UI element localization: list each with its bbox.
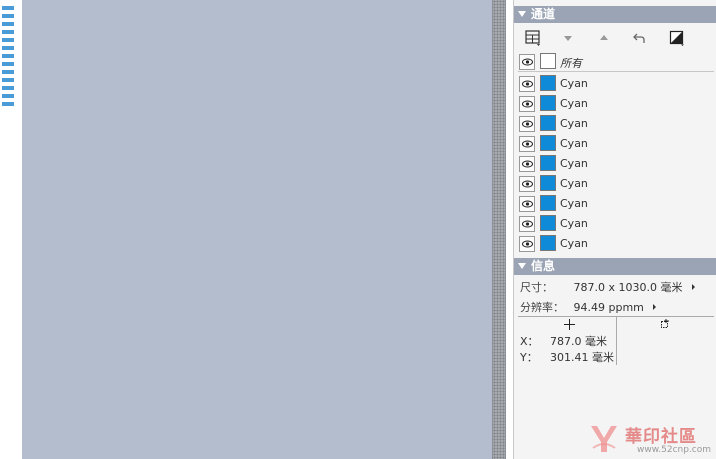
invert-icon[interactable] (667, 28, 687, 48)
channel-label: Cyan (560, 177, 588, 190)
watermark-title: 華印社區 (625, 427, 697, 447)
x-value: 787.0 毫米 (550, 335, 607, 348)
channel-all-row[interactable]: 所有 (518, 52, 714, 72)
visibility-eye-icon[interactable] (519, 216, 535, 232)
info-panel-header[interactable]: 信息 (514, 258, 716, 275)
channels-panel-header[interactable]: 通道 (514, 6, 716, 23)
unit-menu-arrow-icon[interactable] (691, 284, 695, 290)
channel-row[interactable]: Cyan (518, 154, 714, 174)
watermark: 華印社區 www.52cnp.com (585, 418, 716, 459)
channel-row[interactable]: Cyan (518, 214, 714, 234)
ruler-mark (2, 6, 14, 10)
resolution-value: 94.49 ppmm (573, 301, 644, 314)
size-label: 尺寸： (520, 281, 553, 294)
channels-panel-title: 通道 (531, 7, 556, 21)
visibility-eye-icon[interactable] (519, 136, 535, 152)
ruler-mark (2, 62, 14, 66)
unit-menu-arrow-icon[interactable] (653, 304, 657, 310)
ruler-mark (2, 38, 14, 42)
watermark-url: www.52cnp.com (637, 445, 712, 455)
ruler-mark (2, 102, 14, 106)
channel-color-swatch (540, 175, 556, 191)
channel-row[interactable]: Cyan (518, 234, 714, 254)
divider (518, 71, 714, 72)
ruler-mark (2, 94, 14, 98)
collapse-triangle-icon[interactable] (518, 11, 526, 17)
resolution-row: 分辨率： 94.49 ppmm (520, 299, 657, 315)
info-panel-title: 信息 (531, 259, 556, 273)
channels-toolbar (514, 24, 716, 52)
channel-label: Cyan (560, 97, 588, 110)
panel-splitter[interactable] (492, 0, 506, 459)
channel-row[interactable]: Cyan (518, 74, 714, 94)
channel-row[interactable]: Cyan (518, 194, 714, 214)
ruler-mark (2, 86, 14, 90)
visibility-eye-icon[interactable] (519, 176, 535, 192)
size-value: 787.0 x 1030.0 毫米 (573, 281, 683, 294)
channel-row[interactable]: Cyan (518, 94, 714, 114)
right-panel: 通道 所有 Cyan Cyan Cyan Cyan Cyan Cyan Cyan… (514, 0, 716, 459)
watermark-logo-icon (591, 426, 617, 452)
y-coordinate: Y： 301.41 毫米 (520, 349, 614, 365)
collapse-triangle-icon[interactable] (518, 263, 526, 269)
document-canvas[interactable] (22, 0, 492, 459)
visibility-eye-icon[interactable] (519, 96, 535, 112)
channel-all-label: 所有 (560, 57, 582, 70)
selection-size-icon (661, 319, 669, 328)
x-label: X： (520, 335, 539, 348)
channel-label: Cyan (560, 77, 588, 90)
y-label: Y： (520, 351, 538, 364)
ruler-mark (2, 22, 14, 26)
channel-row[interactable]: Cyan (518, 134, 714, 154)
left-ruler (0, 0, 22, 459)
visibility-eye-icon[interactable] (519, 156, 535, 172)
size-row: 尺寸： 787.0 x 1030.0 毫米 (520, 279, 695, 295)
visibility-eye-icon[interactable] (519, 196, 535, 212)
undo-icon[interactable] (630, 28, 650, 48)
channel-label: Cyan (560, 137, 588, 150)
channel-label: Cyan (560, 117, 588, 130)
visibility-eye-icon[interactable] (519, 54, 535, 70)
visibility-eye-icon[interactable] (519, 76, 535, 92)
channel-swatch-all (540, 53, 556, 69)
channel-color-swatch (540, 75, 556, 91)
move-down-icon[interactable] (558, 28, 578, 48)
ruler-mark (2, 30, 14, 34)
move-up-icon[interactable] (594, 28, 614, 48)
resolution-label: 分辨率： (520, 301, 564, 314)
channel-color-swatch (540, 135, 556, 151)
ruler-mark (2, 14, 14, 18)
divider (616, 317, 617, 365)
channel-row[interactable]: Cyan (518, 114, 714, 134)
ruler-mark (2, 46, 14, 50)
channel-label: Cyan (560, 217, 588, 230)
channel-color-swatch (540, 115, 556, 131)
channel-row[interactable]: Cyan (518, 174, 714, 194)
ruler-mark (2, 54, 14, 58)
channel-color-swatch (540, 155, 556, 171)
panel-gap (506, 0, 514, 459)
ruler-mark (2, 70, 14, 74)
channel-label: Cyan (560, 197, 588, 210)
app-window: 通道 所有 Cyan Cyan Cyan Cyan Cyan Cyan Cyan… (0, 0, 716, 459)
channel-color-swatch (540, 215, 556, 231)
y-value: 301.41 毫米 (550, 351, 614, 364)
channel-label: Cyan (560, 157, 588, 170)
crosshair-icon (564, 319, 575, 330)
channel-color-swatch (540, 195, 556, 211)
channel-grid-icon[interactable] (523, 28, 543, 48)
ruler-mark (2, 78, 14, 82)
channel-color-swatch (540, 235, 556, 251)
visibility-eye-icon[interactable] (519, 116, 535, 132)
channel-color-swatch (540, 95, 556, 111)
cursor-info-box: X： 787.0 毫米 Y： 301.41 毫米 (518, 316, 714, 365)
channel-label: Cyan (560, 237, 588, 250)
x-coordinate: X： 787.0 毫米 (520, 333, 607, 349)
visibility-eye-icon[interactable] (519, 236, 535, 252)
